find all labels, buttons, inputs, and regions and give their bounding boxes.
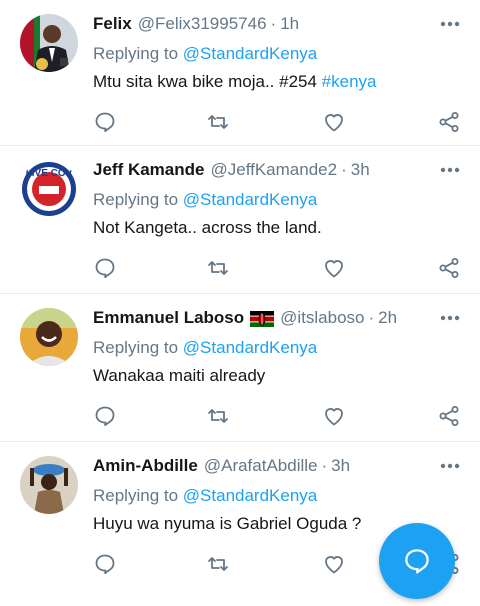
tweet-text-body: Mtu sita kwa bike moja.. #254 [93,72,322,91]
share-icon[interactable] [437,256,461,280]
avatar[interactable] [20,308,78,366]
tweet-text-body: Not Kangeta.. across the land. [93,218,322,237]
replying-to: Replying to @StandardKenya [93,189,464,211]
smiling-man-icon [20,308,78,366]
author-name[interactable]: Amin-Abdille [93,454,198,478]
tweet-text-body: Wanakaa maiti already [93,366,266,385]
avatar[interactable] [20,456,78,514]
live-coverage-logo-icon: LIVE COV [20,160,78,218]
replying-to: Replying to @StandardKenya [93,485,464,507]
tweet-actions [0,404,480,432]
avatar[interactable] [20,14,78,72]
author-name[interactable]: Emmanuel Laboso [93,306,244,330]
retweet-icon[interactable] [206,256,230,280]
replying-to: Replying to @StandardKenya [93,337,464,359]
like-icon[interactable] [322,404,346,428]
replying-prefix: Replying to [93,486,179,505]
replying-prefix: Replying to [93,190,179,209]
tweet[interactable]: LIVE COV Jeff Kamande @JeffKamande2 · 3h… [0,146,480,294]
tweet-time[interactable]: 1h [280,12,299,36]
kenya-flag-icon [250,310,275,327]
like-icon[interactable] [322,552,346,576]
mention-link[interactable]: @StandardKenya [183,190,317,209]
replying-prefix: Replying to [93,44,179,63]
author-handle[interactable]: @JeffKamande2 [210,158,337,182]
tweet-header: Emmanuel Laboso @itslaboso · 2h [93,306,464,330]
separator-dot: · [270,14,277,33]
tweet[interactable]: Emmanuel Laboso @itslaboso · 2h Replying… [0,294,480,442]
tweet-text: Mtu sita kwa bike moja.. #254 #kenya [93,71,464,93]
tweet-actions [0,110,480,138]
tweet-actions [0,256,480,284]
share-icon[interactable] [437,404,461,428]
compose-reply-button[interactable] [379,523,455,599]
reply-bubble-icon [405,549,429,574]
person-carrying-basin-icon [20,456,78,514]
tweet-content: Jeff Kamande @JeffKamande2 · 3h Replying… [93,158,464,239]
mention-link[interactable]: @StandardKenya [183,486,317,505]
share-icon[interactable] [437,110,461,134]
tweet-text: Wanakaa maiti already [93,365,464,387]
tweet-header: Jeff Kamande @JeffKamande2 · 3h [93,158,464,182]
logo-text: LIVE COV [26,168,73,179]
tweet-time[interactable]: 3h [331,454,350,478]
author-handle[interactable]: @ArafatAbdille [204,454,318,478]
retweet-icon[interactable] [206,110,230,134]
tweet-header: Felix @Felix31995746 · 1h [93,12,464,36]
more-options-icon[interactable] [438,308,462,328]
hashtag-link[interactable]: #kenya [322,72,377,91]
tweet-content: Emmanuel Laboso @itslaboso · 2h Replying… [93,306,464,387]
separator-dot: · [368,308,375,327]
reply-icon[interactable] [93,256,117,280]
author-handle[interactable]: @itslaboso [280,306,364,330]
avatar[interactable]: LIVE COV [20,160,78,218]
separator-dot: · [341,160,347,179]
tweet-time[interactable]: 3h [351,158,370,182]
tweet-content: Felix @Felix31995746 · 1h Replying to @S… [93,12,464,93]
mention-link[interactable]: @StandardKenya [183,338,317,357]
tweet-text: Not Kangeta.. across the land. [93,217,464,239]
separator-dot: · [321,456,328,475]
more-options-icon[interactable] [438,14,462,34]
presidential-portrait-icon [20,14,78,72]
replying-to: Replying to @StandardKenya [93,43,464,65]
author-name[interactable]: Jeff Kamande [93,158,204,182]
like-icon[interactable] [322,110,346,134]
more-options-icon[interactable] [438,160,462,180]
like-icon[interactable] [322,256,346,280]
tweet[interactable]: Felix @Felix31995746 · 1h Replying to @S… [0,0,480,146]
mention-link[interactable]: @StandardKenya [183,44,317,63]
tweet-time[interactable]: 2h [378,306,397,330]
replying-prefix: Replying to [93,338,179,357]
tweet-feed: Felix @Felix31995746 · 1h Replying to @S… [0,0,480,588]
retweet-icon[interactable] [206,404,230,428]
reply-icon[interactable] [93,552,117,576]
retweet-icon[interactable] [206,552,230,576]
more-options-icon[interactable] [438,456,462,476]
tweet-text-body: Huyu wa nyuma is Gabriel Oguda ? [93,514,362,533]
reply-icon[interactable] [93,110,117,134]
author-handle[interactable]: @Felix31995746 [138,12,267,36]
tweet-header: Amin-Abdille @ArafatAbdille · 3h [93,454,464,478]
reply-icon[interactable] [93,404,117,428]
author-name[interactable]: Felix [93,12,132,36]
